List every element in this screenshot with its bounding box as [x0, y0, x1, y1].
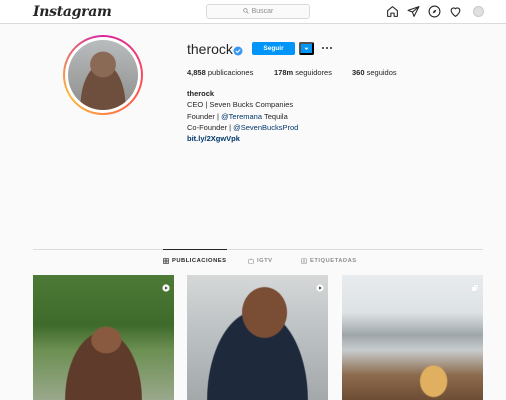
posts-label: publicaciones — [207, 68, 254, 77]
search-input[interactable]: Buscar — [206, 4, 310, 19]
profile-avatar-icon[interactable] — [473, 6, 484, 17]
tab-label: PUBLICACIONES — [172, 257, 227, 264]
followers-count-stat[interactable]: 178m seguidores — [274, 68, 332, 77]
post-thumbnail[interactable] — [342, 275, 483, 400]
posts-count-stat: 4,858 publicaciones — [187, 68, 253, 77]
search-placeholder: Buscar — [251, 8, 274, 15]
tab-label: IGTV — [257, 258, 273, 264]
followers-label: seguidores — [295, 68, 332, 77]
post-thumbnail[interactable] — [187, 275, 328, 400]
bio-line: CEO | Seven Bucks Companies — [187, 100, 294, 110]
following-label: seguidos — [366, 68, 397, 77]
followers-count: 178m — [274, 68, 294, 77]
following-count-stat[interactable]: 360 seguidos — [352, 68, 397, 77]
tab-igtv[interactable]: IGTV — [248, 250, 273, 272]
profile-full-name: therock — [187, 89, 215, 98]
tagged-icon — [301, 258, 307, 264]
ellipsis-dot — [329, 46, 333, 50]
tab-label: ETIQUETADAS — [310, 258, 357, 264]
suggestions-dropdown-button[interactable] — [299, 42, 314, 55]
igtv-icon — [248, 258, 254, 264]
bio-line: Founder | @Teremana Tequila — [187, 111, 298, 122]
bio-text: Tequila — [262, 111, 288, 121]
nav-icons — [386, 5, 484, 18]
tab-posts[interactable]: PUBLICACIONES — [163, 249, 227, 271]
tab-tagged[interactable]: ETIQUETADAS — [301, 250, 357, 272]
bio-mention-link[interactable]: @SevenBucksProd — [233, 123, 298, 132]
activity-heart-icon[interactable] — [449, 5, 462, 18]
posts-count: 4,858 — [187, 68, 206, 77]
profile-bio: therock CEO | Seven Bucks Companies Foun… — [187, 88, 298, 144]
bio-text: Founder | — [187, 111, 222, 121]
carousel-icon — [471, 279, 479, 292]
bio-line: Co-Founder | @SevenBucksProd — [187, 122, 298, 133]
ellipsis-dot — [321, 46, 325, 50]
direct-icon[interactable] — [407, 5, 420, 18]
ellipsis-dot — [325, 46, 329, 50]
instagram-logo[interactable]: Instagram — [33, 4, 112, 20]
more-options-button[interactable] — [320, 43, 334, 53]
home-icon[interactable] — [386, 5, 399, 18]
bio-mention-link[interactable]: @Teremana — [221, 112, 262, 121]
top-navigation: Instagram Buscar — [0, 0, 506, 24]
profile-photo — [68, 40, 138, 110]
explore-icon[interactable] — [428, 5, 441, 18]
chevron-down-icon — [304, 47, 309, 50]
following-count: 360 — [352, 68, 365, 77]
bio-external-link[interactable]: bit.ly/2XgwVpk — [187, 133, 298, 144]
profile-avatar[interactable] — [63, 35, 143, 115]
verified-badge-icon — [233, 43, 243, 56]
grid-icon — [163, 257, 169, 264]
bio-text: Co-Founder | — [187, 122, 234, 132]
follow-button[interactable]: Seguir — [252, 42, 295, 55]
search-icon — [242, 7, 249, 16]
post-thumbnail[interactable] — [33, 275, 174, 400]
video-icon — [316, 279, 324, 292]
profile-username: therock — [187, 41, 233, 57]
video-icon — [162, 279, 170, 292]
